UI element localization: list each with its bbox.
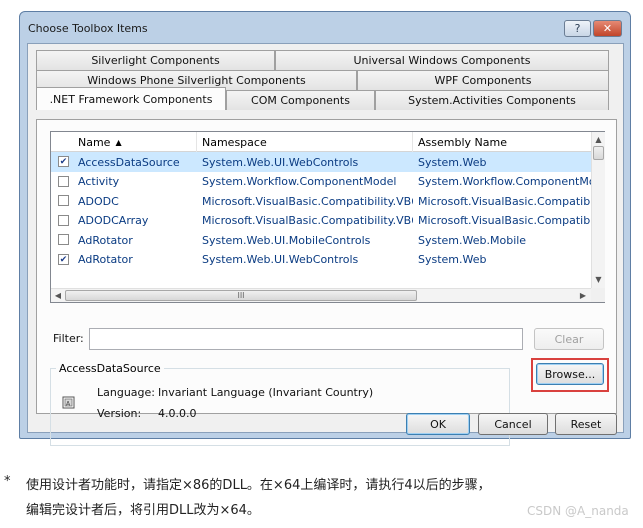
- cell-assembly: System.Web.Mobile: [418, 233, 527, 247]
- tab-panel: Name ▲ Namespace Assembly Name ✔ AccessDa…: [36, 119, 617, 446]
- caption-line-1: 使用设计者功能时，请指定×86的DLL。在×64上编译时，请执行4以后的步骤，: [26, 478, 491, 493]
- cell-name: AdRotator: [78, 233, 133, 247]
- cell-name: ADODC: [78, 194, 119, 208]
- row-checkbox[interactable]: [58, 195, 69, 206]
- table-row[interactable]: AdRotator System.Web.UI.MobileControls Sys…: [51, 230, 591, 250]
- tab-wpf-components[interactable]: WPF Components: [357, 70, 609, 90]
- scroll-down-arrow-icon[interactable]: ▼: [592, 272, 605, 286]
- horizontal-scroll-thumb[interactable]: III: [65, 290, 417, 301]
- cell-namespace: System.Web.UI.WebControls: [202, 253, 359, 266]
- row-checkbox[interactable]: [58, 214, 69, 226]
- row-checkbox[interactable]: ✔: [58, 156, 69, 167]
- tab-net-framework-components[interactable]: .NET Framework Components: [36, 87, 226, 110]
- vertical-scroll-thumb[interactable]: [593, 146, 604, 160]
- table-row[interactable]: Activity System.Workflow.ComponentModel Sy…: [51, 172, 591, 192]
- cell-namespace: Microsoft.VisualBasic.Compatibility.VB6: [202, 214, 413, 227]
- dialog-window: Choose Toolbox Items ? ✕ Silverlight Com…: [19, 11, 631, 446]
- details-group-title: AccessDataSource: [56, 362, 164, 375]
- table-row[interactable]: ADODC Microsoft.VisualBasic.Compatibility…: [51, 191, 591, 211]
- tab-universal-windows-components[interactable]: Universal Windows Components: [275, 50, 609, 70]
- column-name-label: Name: [78, 135, 111, 149]
- caption-line-2: 编辑完设计者后，将引用DLL改为×64。: [26, 503, 260, 518]
- cancel-button[interactable]: Cancel: [478, 413, 548, 435]
- language-value: Invariant Language (Invariant Country): [158, 386, 374, 399]
- list-header: Name ▲ Namespace Assembly Name: [51, 132, 591, 152]
- cell-assembly: System.Web: [418, 155, 487, 169]
- close-button[interactable]: ✕: [593, 20, 622, 37]
- column-header-namespace[interactable]: Namespace: [197, 132, 413, 152]
- table-row[interactable]: ✔ AccessDataSource System.Web.UI.WebContro…: [51, 152, 591, 172]
- scroll-left-arrow-icon[interactable]: ◀: [51, 289, 65, 302]
- ok-button[interactable]: OK: [406, 413, 470, 435]
- scroll-corner: [591, 288, 605, 302]
- window-title: Choose Toolbox Items: [28, 22, 148, 35]
- cell-namespace: System.Web.UI.WebControls: [202, 155, 359, 169]
- cell-namespace: System.Workflow.ComponentModel: [202, 175, 397, 188]
- cell-name: AccessDataSource: [78, 155, 180, 169]
- column-header-assembly[interactable]: Assembly Name: [413, 132, 591, 152]
- tab-system-activities-components[interactable]: System.Activities Components: [375, 90, 609, 110]
- reset-button[interactable]: Reset: [555, 413, 617, 435]
- tab-silverlight-components[interactable]: Silverlight Components: [36, 50, 275, 70]
- row-checkbox[interactable]: [58, 234, 69, 245]
- watermark: CSDN @A_nanda: [527, 504, 629, 518]
- vertical-scrollbar[interactable]: ▲ ▼: [591, 132, 605, 288]
- filter-input[interactable]: [89, 328, 523, 350]
- cell-namespace: Microsoft.VisualBasic.Compatibility.VB6: [202, 194, 413, 208]
- cell-namespace: System.Web.UI.MobileControls: [202, 233, 371, 247]
- sort-ascending-icon: ▲: [115, 137, 122, 147]
- row-checkbox[interactable]: ✔: [58, 253, 69, 265]
- scroll-up-arrow-icon[interactable]: ▲: [592, 132, 605, 146]
- table-row[interactable]: ADODCArray Microsoft.VisualBasic.Compatib…: [51, 211, 591, 231]
- cell-name: Activity: [78, 175, 120, 188]
- row-checkbox[interactable]: [58, 175, 69, 187]
- tab-com-components[interactable]: COM Components: [226, 90, 375, 110]
- version-label: Version:: [97, 407, 142, 420]
- scroll-right-arrow-icon[interactable]: ▶: [576, 289, 590, 302]
- filter-label: Filter:: [53, 332, 84, 345]
- column-header-name[interactable]: Name ▲: [73, 132, 197, 152]
- cell-assembly: Microsoft.VisualBasic.Compatibil: [418, 194, 591, 208]
- caption-marker: *: [4, 474, 11, 489]
- browse-button[interactable]: Browse...: [536, 363, 604, 385]
- component-list[interactable]: Name ▲ Namespace Assembly Name ✔ AccessDa…: [50, 131, 605, 303]
- cell-assembly: System.Web: [418, 253, 487, 266]
- version-value: 4.0.0.0: [158, 407, 197, 420]
- horizontal-scrollbar[interactable]: ◀ III ▶: [51, 288, 591, 302]
- clear-button[interactable]: Clear: [534, 328, 604, 350]
- cell-name: AdRotator: [78, 253, 133, 266]
- component-icon: A: [62, 396, 75, 409]
- help-button[interactable]: ?: [564, 20, 591, 37]
- dialog-client-area: Silverlight Components Universal Windows…: [27, 43, 624, 446]
- table-row[interactable]: ✔ AdRotator System.Web.UI.WebControls Syste…: [51, 250, 591, 270]
- cell-assembly: Microsoft.VisualBasic.Compatibil: [418, 214, 591, 227]
- cell-name: ADODCArray: [78, 214, 149, 227]
- cell-assembly: System.Workflow.ComponentMo: [418, 175, 591, 188]
- language-label: Language:: [97, 386, 155, 399]
